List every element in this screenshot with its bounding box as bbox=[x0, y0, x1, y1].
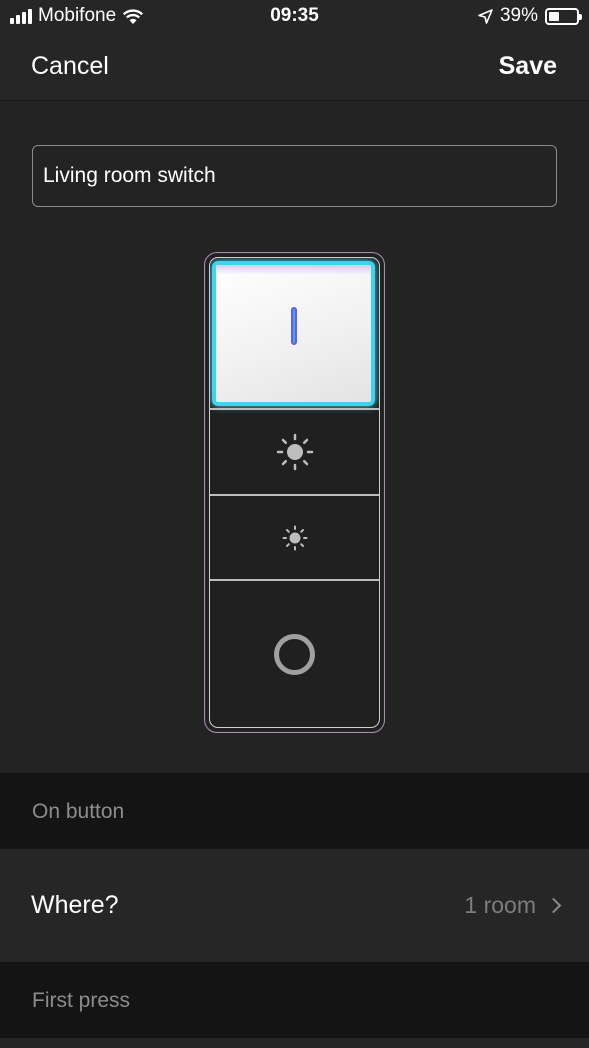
where-value: 1 room bbox=[464, 892, 536, 918]
on-button-section-header: On button bbox=[0, 773, 589, 849]
section-label: First press bbox=[32, 989, 131, 1012]
dimmer-switch-illustration bbox=[204, 252, 385, 733]
save-button[interactable]: Save bbox=[499, 52, 557, 81]
brightness-down-icon bbox=[282, 525, 307, 550]
dimmer-switch-body bbox=[209, 257, 380, 728]
battery-level bbox=[549, 11, 559, 21]
navigation-bar: Cancel Save bbox=[0, 34, 589, 101]
first-press-section-header: First press bbox=[0, 962, 589, 1038]
location-arrow-icon bbox=[478, 8, 493, 24]
cancel-button[interactable]: Cancel bbox=[31, 52, 109, 81]
chevron-right-icon bbox=[545, 897, 562, 914]
battery-percent: 39% bbox=[499, 5, 538, 26]
status-right: 39% bbox=[478, 5, 582, 27]
on-button[interactable] bbox=[212, 261, 375, 406]
next-row-edge bbox=[0, 1038, 589, 1048]
off-button[interactable] bbox=[210, 579, 379, 727]
brightness-up-icon bbox=[276, 433, 313, 471]
on-indicator-icon bbox=[290, 307, 297, 345]
where-label: Where? bbox=[31, 891, 119, 919]
brightness-up-button[interactable] bbox=[210, 408, 379, 494]
status-bar: Mobifone 09:35 39% bbox=[0, 0, 589, 34]
section-label: On button bbox=[32, 800, 125, 823]
off-ring-icon bbox=[274, 633, 315, 675]
where-row[interactable]: Where? 1 room bbox=[0, 849, 589, 962]
battery-icon bbox=[545, 7, 582, 25]
where-value-group: 1 room bbox=[464, 892, 562, 919]
switch-name-input[interactable] bbox=[32, 145, 557, 207]
brightness-down-button[interactable] bbox=[210, 494, 379, 579]
